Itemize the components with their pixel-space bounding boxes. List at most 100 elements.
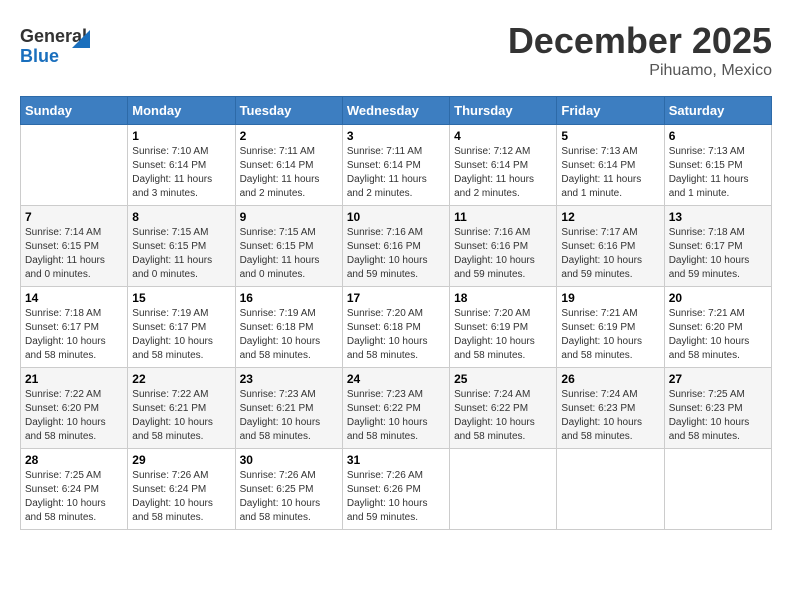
day-number: 13 (669, 210, 767, 224)
day-info: Sunrise: 7:22 AM Sunset: 6:21 PM Dayligh… (132, 388, 230, 444)
day-number: 26 (561, 372, 659, 386)
day-number: 4 (454, 129, 552, 143)
calendar-cell: 18Sunrise: 7:20 AM Sunset: 6:19 PM Dayli… (450, 287, 557, 368)
calendar-week-row: 7Sunrise: 7:14 AM Sunset: 6:15 PM Daylig… (21, 206, 772, 287)
logo-svg: General Blue (20, 20, 90, 70)
calendar-cell: 5Sunrise: 7:13 AM Sunset: 6:14 PM Daylig… (557, 125, 664, 206)
calendar-cell: 31 Sunrise: 7:26 AM Sunset: 6:26 PM Dayli… (342, 449, 449, 530)
day-number: 25 (454, 372, 552, 386)
day-number: 17 (347, 291, 445, 305)
day-number: 29 (132, 453, 230, 467)
weekday-header-row: SundayMondayTuesdayWednesdayThursdayFrid… (21, 97, 772, 125)
day-number: 10 (347, 210, 445, 224)
calendar-week-row: 14Sunrise: 7:18 AM Sunset: 6:17 PM Dayli… (21, 287, 772, 368)
weekday-header: Tuesday (235, 97, 342, 125)
calendar-cell: 26 Sunrise: 7:24 AM Sunset: 6:23 PM Dayli… (557, 368, 664, 449)
day-number: 8 (132, 210, 230, 224)
day-info: Sunrise: 7:11 AM Sunset: 6:14 PM Dayligh… (240, 145, 338, 201)
svg-text:General: General (20, 26, 87, 46)
calendar-cell: 21 Sunrise: 7:22 AM Sunset: 6:20 PM Dayli… (21, 368, 128, 449)
day-number: 18 (454, 291, 552, 305)
day-info: Sunrise: 7:22 AM Sunset: 6:20 PM Dayligh… (25, 388, 123, 444)
calendar-week-row: 28 Sunrise: 7:25 AM Sunset: 6:24 PM Dayli… (21, 449, 772, 530)
day-number: 15 (132, 291, 230, 305)
day-number: 1 (132, 129, 230, 143)
day-info: Sunrise: 7:24 AM Sunset: 6:22 PM Dayligh… (454, 388, 552, 444)
day-info: Sunrise: 7:21 AM Sunset: 6:19 PM Dayligh… (561, 307, 659, 363)
calendar-cell: 16 Sunrise: 7:19 AM Sunset: 6:18 PM Dayli… (235, 287, 342, 368)
day-number: 31 (347, 453, 445, 467)
calendar-week-row: 21 Sunrise: 7:22 AM Sunset: 6:20 PM Dayli… (21, 368, 772, 449)
title-block: December 2025 Pihuamo, Mexico (508, 20, 772, 80)
day-number: 6 (669, 129, 767, 143)
calendar-cell: 11 Sunrise: 7:16 AM Sunset: 6:16 PM Dayli… (450, 206, 557, 287)
calendar-cell: 27 Sunrise: 7:25 AM Sunset: 6:23 PM Dayli… (664, 368, 771, 449)
calendar-cell: 15Sunrise: 7:19 AM Sunset: 6:17 PM Dayli… (128, 287, 235, 368)
day-number: 16 (240, 291, 338, 305)
calendar-cell: 4Sunrise: 7:12 AM Sunset: 6:14 PM Daylig… (450, 125, 557, 206)
day-number: 20 (669, 291, 767, 305)
calendar-cell: 20 Sunrise: 7:21 AM Sunset: 6:20 PM Dayli… (664, 287, 771, 368)
svg-text:Blue: Blue (20, 46, 59, 66)
day-info: Sunrise: 7:25 AM Sunset: 6:24 PM Dayligh… (25, 469, 123, 525)
day-info: Sunrise: 7:26 AM Sunset: 6:24 PM Dayligh… (132, 469, 230, 525)
day-number: 23 (240, 372, 338, 386)
calendar-cell (450, 449, 557, 530)
page-title: December 2025 (508, 20, 772, 62)
calendar-cell (664, 449, 771, 530)
day-info: Sunrise: 7:20 AM Sunset: 6:18 PM Dayligh… (347, 307, 445, 363)
day-info: Sunrise: 7:11 AM Sunset: 6:14 PM Dayligh… (347, 145, 445, 201)
calendar-cell: 7Sunrise: 7:14 AM Sunset: 6:15 PM Daylig… (21, 206, 128, 287)
weekday-header: Saturday (664, 97, 771, 125)
day-info: Sunrise: 7:15 AM Sunset: 6:15 PM Dayligh… (240, 226, 338, 282)
day-number: 14 (25, 291, 123, 305)
day-info: Sunrise: 7:26 AM Sunset: 6:26 PM Dayligh… (347, 469, 445, 525)
day-number: 28 (25, 453, 123, 467)
page-subtitle: Pihuamo, Mexico (508, 62, 772, 80)
day-number: 24 (347, 372, 445, 386)
calendar-cell: 9Sunrise: 7:15 AM Sunset: 6:15 PM Daylig… (235, 206, 342, 287)
day-number: 27 (669, 372, 767, 386)
day-number: 22 (132, 372, 230, 386)
weekday-header: Sunday (21, 97, 128, 125)
day-info: Sunrise: 7:24 AM Sunset: 6:23 PM Dayligh… (561, 388, 659, 444)
day-number: 11 (454, 210, 552, 224)
day-info: Sunrise: 7:14 AM Sunset: 6:15 PM Dayligh… (25, 226, 123, 282)
day-number: 21 (25, 372, 123, 386)
calendar-cell: 14Sunrise: 7:18 AM Sunset: 6:17 PM Dayli… (21, 287, 128, 368)
calendar-week-row: 1 Sunrise: 7:10 AM Sunset: 6:14 PM Daylig… (21, 125, 772, 206)
day-info: Sunrise: 7:18 AM Sunset: 6:17 PM Dayligh… (669, 226, 767, 282)
calendar-cell: 3 Sunrise: 7:11 AM Sunset: 6:14 PM Daylig… (342, 125, 449, 206)
day-info: Sunrise: 7:23 AM Sunset: 6:22 PM Dayligh… (347, 388, 445, 444)
weekday-header: Friday (557, 97, 664, 125)
calendar-cell: 6Sunrise: 7:13 AM Sunset: 6:15 PM Daylig… (664, 125, 771, 206)
calendar-cell: 25 Sunrise: 7:24 AM Sunset: 6:22 PM Dayli… (450, 368, 557, 449)
day-info: Sunrise: 7:23 AM Sunset: 6:21 PM Dayligh… (240, 388, 338, 444)
page-header: General Blue December 2025 Pihuamo, Mexi… (20, 20, 772, 80)
calendar-cell (21, 125, 128, 206)
calendar-cell: 30 Sunrise: 7:26 AM Sunset: 6:25 PM Dayli… (235, 449, 342, 530)
day-info: Sunrise: 7:19 AM Sunset: 6:18 PM Dayligh… (240, 307, 338, 363)
calendar-cell: 29 Sunrise: 7:26 AM Sunset: 6:24 PM Dayli… (128, 449, 235, 530)
calendar-cell: 1 Sunrise: 7:10 AM Sunset: 6:14 PM Daylig… (128, 125, 235, 206)
calendar-cell: 12Sunrise: 7:17 AM Sunset: 6:16 PM Dayli… (557, 206, 664, 287)
calendar-cell: 28 Sunrise: 7:25 AM Sunset: 6:24 PM Dayli… (21, 449, 128, 530)
calendar-cell (557, 449, 664, 530)
day-info: Sunrise: 7:10 AM Sunset: 6:14 PM Dayligh… (132, 145, 230, 201)
day-info: Sunrise: 7:26 AM Sunset: 6:25 PM Dayligh… (240, 469, 338, 525)
calendar-cell: 13 Sunrise: 7:18 AM Sunset: 6:17 PM Dayli… (664, 206, 771, 287)
calendar-cell: 8Sunrise: 7:15 AM Sunset: 6:15 PM Daylig… (128, 206, 235, 287)
day-info: Sunrise: 7:21 AM Sunset: 6:20 PM Dayligh… (669, 307, 767, 363)
calendar-cell: 10 Sunrise: 7:16 AM Sunset: 6:16 PM Dayli… (342, 206, 449, 287)
day-number: 3 (347, 129, 445, 143)
calendar-cell: 23 Sunrise: 7:23 AM Sunset: 6:21 PM Dayli… (235, 368, 342, 449)
day-number: 30 (240, 453, 338, 467)
weekday-header: Monday (128, 97, 235, 125)
calendar-cell: 2 Sunrise: 7:11 AM Sunset: 6:14 PM Daylig… (235, 125, 342, 206)
day-number: 12 (561, 210, 659, 224)
day-number: 2 (240, 129, 338, 143)
day-info: Sunrise: 7:16 AM Sunset: 6:16 PM Dayligh… (347, 226, 445, 282)
day-info: Sunrise: 7:25 AM Sunset: 6:23 PM Dayligh… (669, 388, 767, 444)
day-info: Sunrise: 7:16 AM Sunset: 6:16 PM Dayligh… (454, 226, 552, 282)
day-number: 19 (561, 291, 659, 305)
